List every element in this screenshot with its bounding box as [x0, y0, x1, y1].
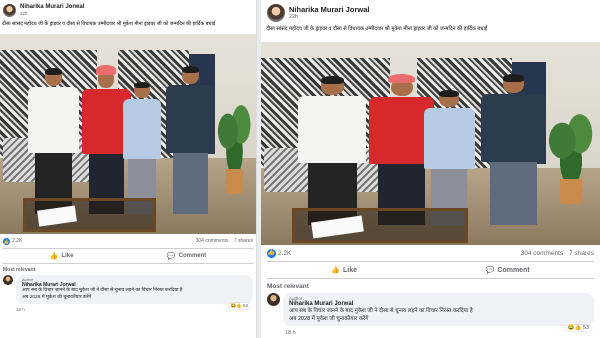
comment-bubble: Author Niharika Murari Jorwal आप सब के व…: [283, 293, 594, 331]
shares-count[interactable]: 7 shares: [569, 250, 594, 257]
comment-reactions[interactable]: 😂👍 53: [228, 303, 250, 309]
comment-item: Author Niharika Murari Jorwal आप सब के व…: [0, 275, 256, 309]
person: [423, 90, 475, 227]
comment-item: Author Niharika Murari Jorwal आप सब के व…: [261, 293, 600, 331]
post-caption: दौसा सांसद महोदय जी के ड्राइवर व दौसा से…: [266, 26, 488, 32]
reactions-summary[interactable]: 👍 2.2K: [267, 248, 292, 258]
plant: [217, 104, 251, 194]
post-panel-left: Niharika Murari Jorwal 22h दौसा सांसद मह…: [0, 0, 257, 338]
like-button[interactable]: 👍 Like: [50, 252, 74, 260]
post-header: Niharika Murari Jorwal 22h: [261, 0, 600, 26]
post-photo[interactable]: [0, 34, 256, 234]
shares-count[interactable]: 7 shares: [234, 238, 253, 244]
person: [122, 81, 162, 216]
comment-time: 18 h: [16, 307, 25, 312]
commenter-avatar[interactable]: [3, 275, 13, 285]
post-caption: दौसा सांसद महोदय जी के ड्राइवर व दौसा से…: [2, 21, 216, 27]
post-time[interactable]: 22h: [20, 11, 84, 17]
comment-text-line2: अब 2028 में मुकेश जी चुनावतैयार करेंगे: [289, 315, 369, 322]
author-avatar[interactable]: [3, 4, 16, 17]
speech-bubble-icon: 💬: [166, 253, 176, 260]
like-label: Like: [343, 266, 358, 274]
comment-author[interactable]: Niharika Murari Jorwal: [289, 301, 588, 308]
like-button[interactable]: 👍 Like: [331, 266, 358, 275]
comment-time: 18 h: [285, 330, 296, 336]
comment-text-line1: आप सब के विचार जानने के बाद मुकेश जी ने …: [289, 308, 473, 314]
post-time[interactable]: 22h: [289, 14, 369, 21]
comments-count[interactable]: 304 comments: [196, 238, 229, 244]
person: [481, 74, 546, 226]
comment-reactions[interactable]: 😂👍 53: [565, 325, 591, 331]
like-label: Like: [61, 253, 74, 259]
comment-reaction-count: 53: [582, 325, 589, 331]
post-header: Niharika Murari Jorwal 22h: [0, 0, 256, 21]
comment-button[interactable]: 💬 Comment: [485, 266, 530, 275]
commenter-avatar[interactable]: [267, 293, 280, 306]
post-actions: 👍 Like 💬 Comment: [267, 261, 594, 279]
comment-sort-dropdown[interactable]: Most relevant: [0, 264, 256, 275]
author-name[interactable]: Niharika Murari Jorwal: [20, 4, 84, 11]
thumbs-up-icon: 👍: [49, 253, 59, 260]
speech-bubble-icon: 💬: [485, 267, 495, 274]
post-actions: 👍 Like 💬 Comment: [3, 248, 253, 264]
person: [166, 65, 216, 216]
person: [28, 67, 80, 216]
post-photo[interactable]: [261, 42, 600, 245]
reactions-summary[interactable]: 👍 2.2K: [3, 237, 23, 245]
comment-label: Comment: [497, 266, 530, 274]
reactions-count: 2.2K: [278, 249, 292, 257]
comments-count[interactable]: 304 comments: [521, 250, 564, 257]
author-name[interactable]: Niharika Murari Jorwal: [289, 5, 369, 14]
post-stats: 👍 2.2K 304 comments 7 shares: [261, 245, 600, 261]
author-avatar[interactable]: [267, 4, 285, 22]
plant: [549, 113, 594, 205]
comment-label: Comment: [178, 253, 207, 259]
comment-reaction-count: 53: [242, 303, 248, 308]
post-stats: 👍 2.2K 304 comments 7 shares: [0, 234, 256, 248]
post-panel-right: Niharika Murari Jorwal 22h दौसा सांसद मह…: [261, 0, 600, 338]
like-reaction-icon: 👍: [267, 248, 276, 258]
thumbs-up-icon: 👍: [331, 267, 341, 274]
reactions-count: 2.2K: [12, 238, 23, 244]
comment-bubble: Author Niharika Murari Jorwal आप सब के व…: [16, 275, 253, 309]
like-reaction-icon: 👍: [3, 237, 10, 245]
comment-button[interactable]: 💬 Comment: [167, 252, 206, 260]
comment-text-line2: अब 2028 में मुकेश जी चुनावतैयार करेंगे: [22, 294, 92, 300]
person: [298, 76, 367, 227]
comment-sort-dropdown[interactable]: Most relevant: [261, 279, 600, 293]
